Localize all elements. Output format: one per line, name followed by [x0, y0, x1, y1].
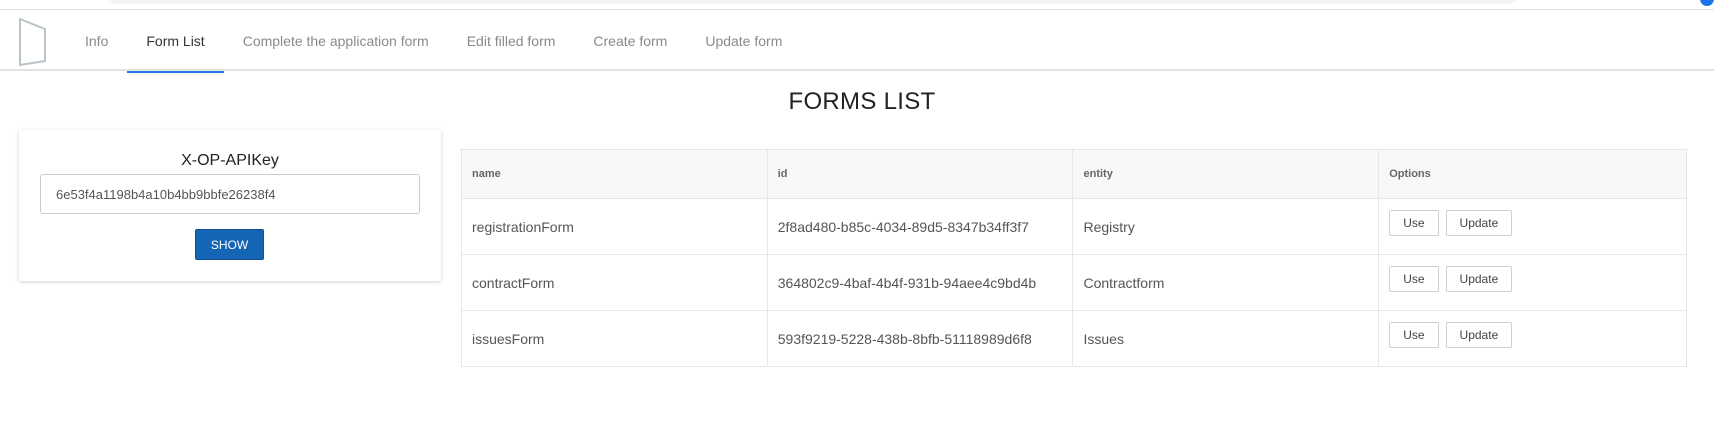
update-button[interactable]: Update [1445, 265, 1513, 292]
show-button[interactable]: SHOW [195, 229, 264, 260]
page-title: FORMS LIST [788, 88, 936, 115]
cell-options: Use Update [1378, 310, 1687, 367]
top-navbar: Info Form List Complete the application … [0, 10, 1714, 73]
use-button[interactable]: Use [1389, 321, 1439, 348]
cell-entity: Registry [1072, 198, 1380, 255]
use-button[interactable]: Use [1389, 209, 1439, 236]
tab-update-form[interactable]: Update form [686, 10, 801, 71]
cell-entity: Issues [1072, 310, 1380, 367]
cell-options: Use Update [1378, 198, 1687, 255]
address-bar[interactable] [108, 0, 1518, 4]
forms-table: name id entity Options registrationForm … [461, 149, 1687, 367]
use-button[interactable]: Use [1389, 265, 1439, 292]
cell-options: Use Update [1378, 254, 1687, 311]
logo-icon [19, 17, 46, 67]
tab-complete-application-form[interactable]: Complete the application form [224, 10, 448, 71]
cell-name: registrationForm [461, 198, 768, 255]
update-button[interactable]: Update [1445, 321, 1513, 348]
table-row: registrationForm 2f8ad480-b85c-4034-89d5… [461, 198, 1687, 255]
cell-name: contractForm [461, 254, 768, 311]
table-header-row: name id entity Options [461, 149, 1687, 199]
cell-id: 2f8ad480-b85c-4034-89d5-8347b34ff3f7 [766, 198, 1074, 255]
browser-chrome [0, 0, 1714, 10]
cell-id: 593f9219-5228-438b-8bfb-51118989d6f8 [766, 310, 1074, 367]
tab-form-list[interactable]: Form List [127, 10, 225, 73]
column-header-entity: entity [1072, 149, 1380, 199]
column-header-options: Options [1378, 149, 1687, 199]
tab-create-form[interactable]: Create form [574, 10, 686, 71]
column-header-id: id [766, 149, 1074, 199]
column-header-name: name [461, 149, 768, 199]
tab-info[interactable]: Info [66, 10, 127, 71]
nav-tabs: Info Form List Complete the application … [66, 10, 801, 73]
cell-entity: Contractform [1072, 254, 1380, 311]
table-row: issuesForm 593f9219-5228-438b-8bfb-51118… [461, 310, 1687, 367]
update-button[interactable]: Update [1445, 209, 1513, 236]
api-key-label: X-OP-APIKey [181, 152, 279, 169]
cell-name: issuesForm [461, 310, 768, 367]
api-key-card: X-OP-APIKey SHOW [19, 130, 441, 281]
cell-id: 364802c9-4baf-4b4f-931b-94aee4c9bd4b [766, 254, 1074, 311]
api-key-input[interactable] [40, 174, 420, 214]
profile-icon[interactable] [1700, 0, 1714, 6]
tab-edit-filled-form[interactable]: Edit filled form [448, 10, 575, 71]
table-row: contractForm 364802c9-4baf-4b4f-931b-94a… [461, 254, 1687, 311]
